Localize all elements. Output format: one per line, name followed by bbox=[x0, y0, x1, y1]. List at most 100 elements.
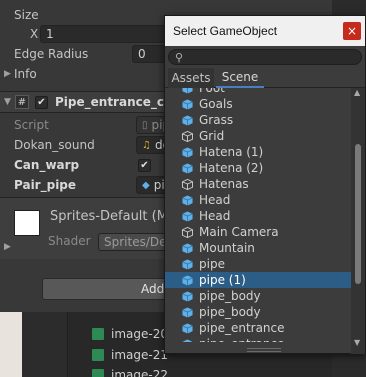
cube-filled-icon bbox=[182, 306, 193, 318]
dialog-titlebar[interactable]: Select GameObject bbox=[165, 16, 365, 46]
gameobject-item-label: Mountain bbox=[199, 241, 255, 255]
dokan-sound-label: Dokan_sound bbox=[14, 138, 95, 152]
script-label-text: Script bbox=[14, 118, 49, 132]
gameobject-item-label: pipe (1) bbox=[199, 273, 246, 287]
x-label: X bbox=[30, 27, 39, 41]
edge-radius-field[interactable]: 0 bbox=[132, 45, 166, 63]
gameobject-list-item[interactable]: Foot bbox=[165, 88, 351, 96]
gameobject-list-item[interactable]: pipe bbox=[165, 256, 351, 272]
cube-filled-icon bbox=[182, 194, 193, 206]
gameobject-list-item[interactable]: Goals bbox=[165, 96, 351, 112]
gameobject-list-item[interactable]: Mountain bbox=[165, 240, 351, 256]
shader-dropdown[interactable]: Sprites/Def bbox=[98, 233, 168, 251]
gameobject-list-item[interactable]: Head bbox=[165, 208, 351, 224]
cube-filled-icon bbox=[182, 162, 193, 174]
gameobject-list-item[interactable]: pipe (1) bbox=[165, 272, 351, 288]
script-file-icon: ▯ bbox=[142, 119, 148, 131]
project-item[interactable]: image-21 bbox=[92, 346, 168, 364]
cube-filled-icon bbox=[182, 210, 193, 222]
material-foldout-arrow-icon[interactable]: ▶ bbox=[4, 242, 11, 252]
gameobject-item-label: pipe bbox=[199, 257, 225, 271]
component-foldout-arrow-icon[interactable]: ▼ bbox=[4, 97, 11, 107]
script-hash-icon: # bbox=[15, 95, 29, 109]
search-icon: ⚲ bbox=[175, 51, 184, 64]
gameobject-list-item[interactable]: Hatena (2) bbox=[165, 160, 351, 176]
gameobject-list-item[interactable]: Grass bbox=[165, 112, 351, 128]
cube-filled-icon bbox=[182, 322, 193, 334]
gameobject-icon: ◆ bbox=[142, 179, 150, 191]
cube-outline-icon bbox=[182, 130, 193, 142]
resize-grip-icon[interactable] bbox=[247, 348, 281, 352]
gameobject-list-item[interactable]: Main Camera bbox=[165, 224, 351, 240]
scrollbar-thumb[interactable] bbox=[355, 144, 361, 284]
project-tree-gutter bbox=[22, 312, 68, 377]
gameobject-item-label: Head bbox=[199, 209, 231, 223]
image-file-icon bbox=[92, 369, 104, 377]
cube-filled-icon bbox=[182, 290, 193, 302]
component-enabled-checkbox[interactable]: ✔ bbox=[35, 96, 48, 109]
gameobject-list-item[interactable]: Hatena (1) bbox=[165, 144, 351, 160]
cube-filled-icon bbox=[182, 146, 193, 158]
pair-pipe-label: Pair_pipe bbox=[14, 178, 77, 192]
tab-scene[interactable]: Scene bbox=[216, 68, 264, 88]
image-file-icon bbox=[92, 328, 104, 340]
info-foldout-label[interactable]: Info bbox=[14, 64, 37, 84]
gameobject-item-label: pipe_entrance bbox=[199, 321, 285, 335]
material-title: Sprites-Default (M bbox=[50, 209, 168, 224]
cube-outline-icon bbox=[182, 178, 193, 190]
audio-clip-icon: ♫ bbox=[142, 139, 151, 151]
gameobject-item-label: Goals bbox=[199, 97, 233, 111]
gameobject-item-label: Foot bbox=[199, 88, 225, 95]
gameobject-item-label: pipe_entrance bbox=[199, 337, 285, 342]
x-value-field[interactable]: 1 bbox=[40, 25, 165, 43]
gameobject-item-label: Grass bbox=[199, 113, 234, 127]
gameobject-item-label: Hatena (1) bbox=[199, 145, 264, 159]
info-foldout-arrow-icon[interactable]: ▶ bbox=[4, 69, 11, 79]
cube-filled-icon bbox=[182, 338, 193, 342]
project-item[interactable]: image-22 bbox=[92, 366, 168, 377]
gameobject-list-item[interactable]: Hatenas bbox=[165, 176, 351, 192]
gameobject-item-label: Hatena (2) bbox=[199, 161, 264, 175]
gameobject-item-label: Grid bbox=[199, 129, 225, 143]
tab-assets[interactable]: Assets bbox=[168, 68, 214, 88]
dialog-title: Select GameObject bbox=[173, 24, 278, 38]
image-file-icon bbox=[92, 349, 104, 361]
list-scrollbar[interactable]: ▲ ▼ bbox=[351, 88, 365, 354]
select-gameobject-dialog: Select GameObject × ⚲ Assets Scene Foot G… bbox=[164, 15, 366, 354]
gameobject-list-item[interactable]: Head bbox=[165, 192, 351, 208]
can-warp-label: Can_warp bbox=[14, 158, 80, 172]
cube-filled-icon bbox=[182, 258, 193, 270]
scroll-up-arrow-icon[interactable]: ▲ bbox=[354, 88, 360, 97]
gameobject-list-item[interactable]: pipe_body bbox=[165, 288, 351, 304]
search-input[interactable]: ⚲ bbox=[168, 49, 362, 65]
gameobject-item-label: Head bbox=[199, 193, 231, 207]
project-item-label: image-21 bbox=[111, 348, 168, 362]
gameobject-item-label: pipe_body bbox=[199, 305, 261, 319]
close-button[interactable]: × bbox=[343, 22, 361, 40]
dialog-tabs: Assets Scene bbox=[165, 68, 365, 88]
pair-pipe-value: pi bbox=[153, 178, 165, 192]
size-label: Size bbox=[14, 8, 39, 22]
gameobject-list-item[interactable]: Grid bbox=[165, 128, 351, 144]
gameobject-item-label: Hatenas bbox=[199, 177, 249, 191]
cube-filled-icon bbox=[182, 88, 193, 94]
gameobject-list-item[interactable]: pipe_entrance bbox=[165, 336, 351, 342]
component-title: Pipe_entrance_con bbox=[55, 95, 181, 109]
cube-filled-icon bbox=[182, 274, 193, 286]
project-left-strip bbox=[0, 312, 22, 377]
gameobject-list-item[interactable]: pipe_body bbox=[165, 304, 351, 320]
edge-radius-label: Edge Radius bbox=[14, 47, 89, 61]
unity-editor-window: Size X 1 Edge Radius 0 ▶ Info ▼ # ✔ Pipe… bbox=[0, 0, 366, 377]
cube-filled-icon bbox=[182, 98, 193, 110]
script-label: Script bbox=[14, 115, 49, 135]
gameobject-list-item[interactable]: pipe_entrance bbox=[165, 320, 351, 336]
cube-outline-icon bbox=[182, 226, 193, 238]
material-preview-thumbnail bbox=[14, 210, 40, 236]
can-warp-checkbox[interactable]: ✔ bbox=[138, 159, 151, 172]
scroll-down-arrow-icon[interactable]: ▼ bbox=[354, 338, 360, 347]
shader-label: Shader bbox=[48, 234, 91, 248]
gameobject-item-label: pipe_body bbox=[199, 289, 261, 303]
project-item-label: image-20 bbox=[111, 327, 168, 341]
project-item[interactable]: image-20 bbox=[92, 325, 168, 343]
gameobject-item-label: Main Camera bbox=[199, 225, 279, 239]
